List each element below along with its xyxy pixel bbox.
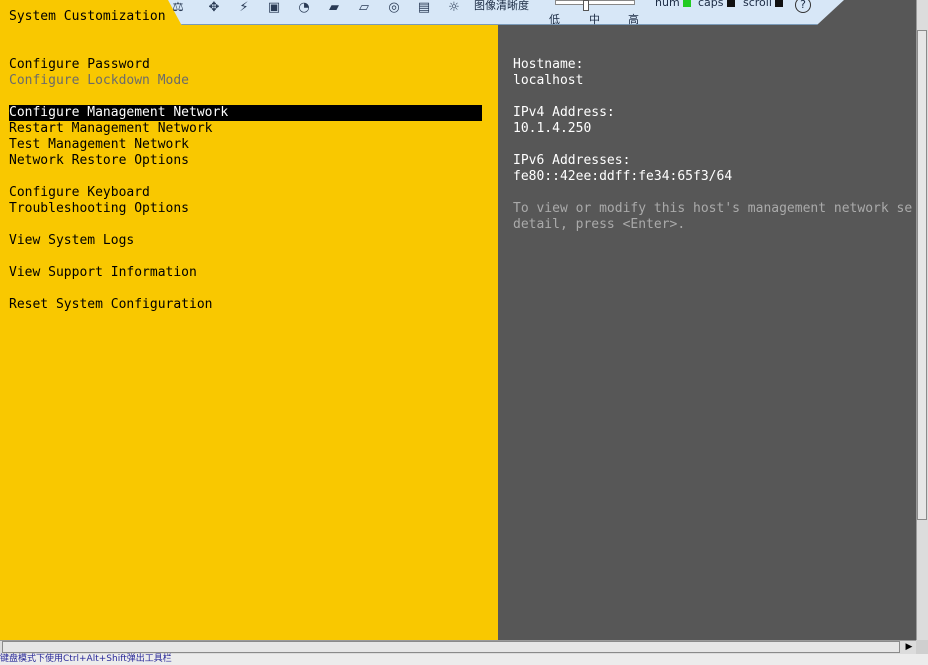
- hostname-label: Hostname:: [513, 57, 584, 72]
- disk-drive-icon[interactable]: ▱: [354, 0, 374, 16]
- menu-view-system-logs[interactable]: View System Logs: [9, 233, 134, 249]
- quality-high-label: 高: [628, 13, 639, 26]
- menu-restart-management-network[interactable]: Restart Management Network: [9, 121, 213, 137]
- caps-lock-indicator: caps: [698, 0, 735, 9]
- image-quality-label: 图像清晰度: [474, 0, 529, 12]
- menu-test-management-network[interactable]: Test Management Network: [9, 137, 189, 153]
- ipv6-value: fe80::42ee:ddff:fe34:65f3/64: [513, 169, 733, 184]
- horizontal-scrollbar-thumb[interactable]: [2, 641, 900, 653]
- menu-view-support-information[interactable]: View Support Information: [9, 265, 197, 281]
- scroll-lock-led: [774, 0, 783, 7]
- ipv4-value: 10.1.4.250: [513, 121, 592, 136]
- scroll-lock-indicator: scroll: [743, 0, 783, 9]
- disc-icon[interactable]: ◔: [294, 0, 314, 16]
- ipv6-label: IPv6 Addresses:: [513, 153, 631, 168]
- num-lock-indicator: num: [655, 0, 691, 9]
- image-quality-icon[interactable]: ☼: [444, 0, 464, 16]
- hint-line-2: detail, press <Enter>.: [513, 217, 686, 232]
- caps-lock-label: caps: [698, 0, 724, 9]
- num-lock-label: num: [655, 0, 680, 9]
- caps-lock-led: [726, 0, 735, 7]
- monitor-icon[interactable]: ▣: [264, 0, 284, 16]
- scroll-right-arrow-icon[interactable]: ▶: [903, 641, 915, 653]
- menu-troubleshooting-options[interactable]: Troubleshooting Options: [9, 201, 189, 217]
- pin-icon[interactable]: ⚖: [168, 0, 188, 16]
- menu-configure-management-network[interactable]: Configure Management Network: [9, 105, 482, 121]
- power-action-icon[interactable]: ⚡: [234, 0, 254, 16]
- console-title: System Customization: [9, 9, 166, 24]
- hint-line-1: To view or modify this host's management…: [513, 201, 913, 216]
- menu-configure-lockdown-mode: Configure Lockdown Mode: [9, 73, 190, 88]
- num-lock-led: [682, 0, 691, 7]
- console-info-pane: Hostname: localhost IPv4 Address: 10.1.4…: [498, 0, 916, 640]
- floppy-drive-icon[interactable]: ▰: [324, 0, 344, 16]
- quality-mid-label: 中: [589, 13, 600, 26]
- menu-configure-keyboard[interactable]: Configure Keyboard: [9, 185, 150, 201]
- cd-rom-icon[interactable]: ◎: [384, 0, 404, 16]
- menu-network-restore-options[interactable]: Network Restore Options: [9, 153, 189, 169]
- virtual-media-icon[interactable]: ▤: [414, 0, 434, 16]
- image-quality-slider[interactable]: [555, 0, 635, 5]
- ipv4-label: IPv4 Address:: [513, 105, 615, 120]
- hostname-value: localhost: [513, 73, 584, 88]
- status-text: 键盘模式下使用Ctrl+Alt+Shift弹出工具栏: [0, 654, 172, 664]
- fit-screen-icon[interactable]: ✥: [204, 0, 224, 16]
- vertical-scrollbar-thumb[interactable]: [917, 30, 927, 520]
- console-menu-pane: System Customization Configure Password …: [0, 0, 498, 640]
- scroll-lock-label: scroll: [743, 0, 772, 9]
- quality-low-label: 低: [549, 13, 560, 26]
- image-quality-slider-knob[interactable]: [583, 0, 589, 11]
- menu-configure-password[interactable]: Configure Password: [9, 57, 150, 73]
- menu-reset-system-configuration[interactable]: Reset System Configuration: [9, 297, 213, 313]
